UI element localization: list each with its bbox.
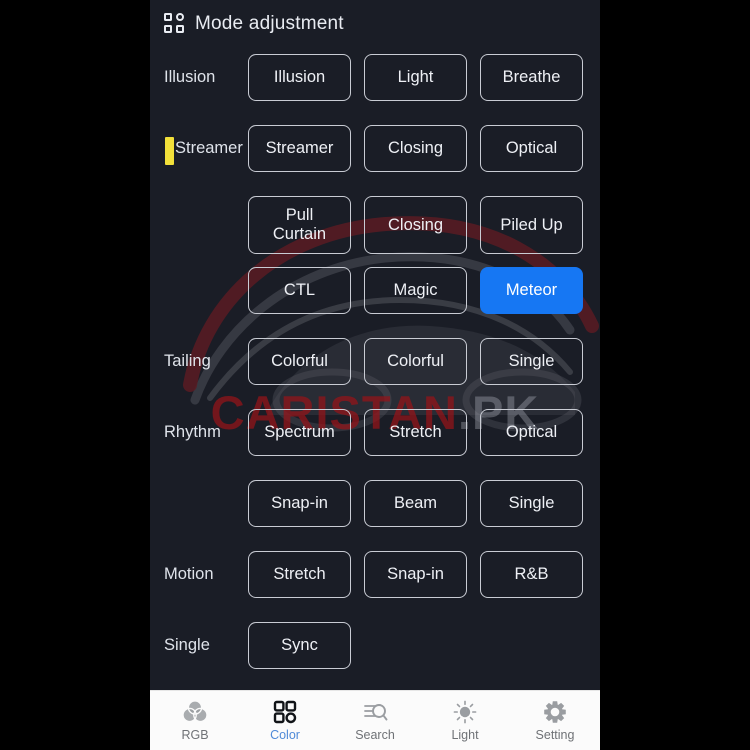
mode-button-group: Streamer Closing Optical [248,125,600,172]
mode-button-group: Snap-in Beam Single [248,480,600,527]
mode-button[interactable]: Stretch [248,551,351,598]
mode-row-label-text: Tailing [164,352,211,370]
mode-row-label: Motion [150,551,248,585]
grid-apps-icon [272,699,298,725]
mode-row-label [150,196,248,209]
gear-icon [542,699,568,725]
mode-button[interactable]: R&B [480,551,583,598]
mode-button[interactable]: Stretch [364,409,467,456]
mode-row-label-text: Single [164,636,210,654]
mode-button[interactable]: Optical [480,409,583,456]
mode-button[interactable]: Pull Curtain [248,196,351,254]
mode-button[interactable]: Light [364,54,467,101]
mode-row-label: Streamer [150,125,248,165]
mode-row: Rhythm Spectrum Stretch Optical [150,409,600,480]
mode-row: Single Sync [150,622,600,693]
mode-rows-container: Illusion Illusion Light Breathe Streamer Stre… [150,47,600,693]
search-list-icon [362,699,388,725]
mode-row-label-text: Motion [164,565,214,583]
mode-button[interactable]: Streamer [248,125,351,172]
mode-button[interactable]: Closing [364,196,467,254]
mode-button[interactable]: Snap-in [248,480,351,527]
mode-button[interactable]: Breathe [480,54,583,101]
mode-button-group: CTL Magic Meteor [248,267,600,314]
mode-button-group: Sync [248,622,600,669]
nav-item-label: Search [355,728,395,742]
mode-button[interactable]: Snap-in [364,551,467,598]
rgb-venn-icon [182,699,208,725]
nav-item-search[interactable]: Search [330,691,420,750]
nav-item-label: Light [451,728,479,742]
mode-row: Tailing Colorful Colorful Single [150,338,600,409]
mode-row: Snap-in Beam Single [150,480,600,551]
mode-row-label: Single [150,622,248,656]
active-group-marker [165,137,174,165]
mode-row-label: Rhythm [150,409,248,443]
nav-item-label: Color [270,728,300,742]
nav-item-light[interactable]: Light [420,691,510,750]
mode-button[interactable]: Magic [364,267,467,314]
mode-button[interactable]: Illusion [248,54,351,101]
screenshot-canvas: CARISTAN.PK Mode adjustment Illusion Illu… [0,0,750,750]
mode-row: CTL Magic Meteor [150,267,600,338]
page-header: Mode adjustment [150,0,600,47]
mode-button[interactable]: Spectrum [248,409,351,456]
sun-icon [452,699,478,725]
nav-item-label: Setting [535,728,575,742]
page-title: Mode adjustment [195,12,344,34]
mode-button[interactable]: Closing [364,125,467,172]
mode-button[interactable]: Sync [248,622,351,669]
mode-row-label: Illusion [150,54,248,88]
mode-row: Illusion Illusion Light Breathe [150,54,600,125]
mode-row: Streamer Streamer Closing Optical [150,125,600,196]
mode-button[interactable]: Colorful [248,338,351,385]
nav-item-label: RGB [181,728,209,742]
mode-row: Motion Stretch Snap-in R&B [150,551,600,622]
grid-apps-icon [164,13,185,34]
mode-button[interactable]: Beam [364,480,467,527]
mode-row-label: Tailing [150,338,248,372]
mode-button[interactable]: Optical [480,125,583,172]
mode-button[interactable]: Colorful [364,338,467,385]
nav-item-rgb[interactable]: RGB [150,691,240,750]
mode-button-group: Stretch Snap-in R&B [248,551,600,598]
mode-row-label-text: Illusion [164,68,216,86]
mode-button-group: Spectrum Stretch Optical [248,409,600,456]
mode-row-label [150,480,248,493]
nav-item-setting[interactable]: Setting [510,691,600,750]
mode-row: Pull Curtain Closing Piled Up [150,196,600,267]
mode-button[interactable]: Single [480,480,583,527]
mode-button[interactable]: Meteor [480,267,583,314]
mode-button-group: Colorful Colorful Single [248,338,600,385]
mode-button-group: Illusion Light Breathe [248,54,600,101]
mode-row-label-text: Streamer [175,139,243,157]
bottom-navigation: RGB Color Search Light Setting [150,690,600,750]
mode-row-label-text: Rhythm [164,423,221,441]
mode-button[interactable]: Single [480,338,583,385]
nav-item-color[interactable]: Color [240,691,330,750]
mode-button-group: Pull Curtain Closing Piled Up [248,196,600,254]
mode-row-label [150,267,248,280]
phone-viewport: CARISTAN.PK Mode adjustment Illusion Illu… [150,0,600,750]
mode-button[interactable]: Piled Up [480,196,583,254]
mode-button[interactable]: CTL [248,267,351,314]
